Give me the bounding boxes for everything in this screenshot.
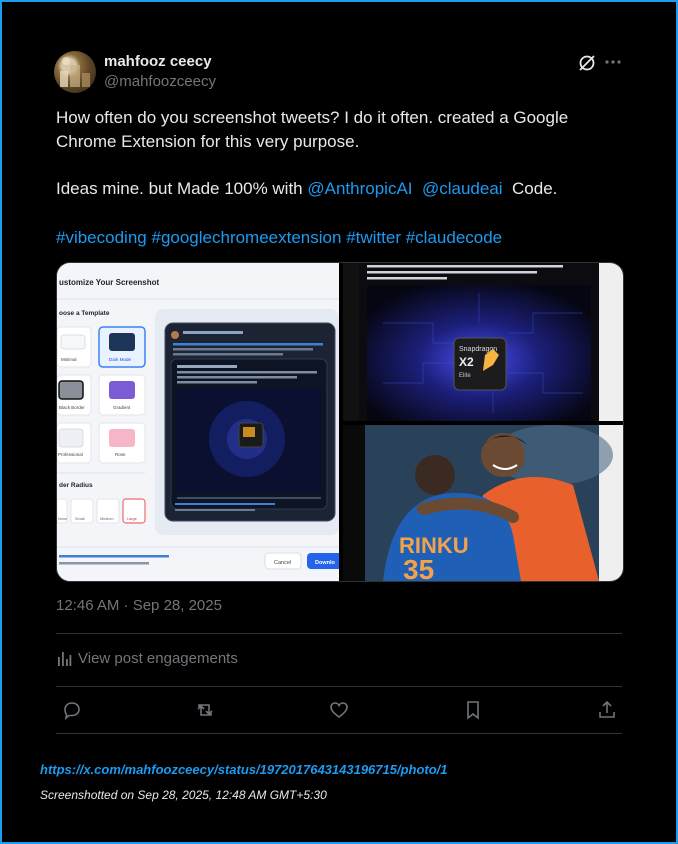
source-url-link[interactable]: https://x.com/mahfoozceecy/status/197201… xyxy=(40,762,448,777)
divider-middle xyxy=(56,686,622,687)
template-card-professional: Professional xyxy=(57,422,92,464)
post-text-line-1: How often do you screenshot tweets? I do… xyxy=(56,108,569,127)
template-card-gradient: Gradient xyxy=(98,374,146,416)
download-button-label: Downlo xyxy=(315,560,335,566)
divider-bottom xyxy=(56,733,622,734)
media-image-extension[interactable]: ustomize Your Screenshot oose a Template… xyxy=(57,263,339,581)
chip-sub-label: Elite xyxy=(459,373,471,379)
like-icon[interactable] xyxy=(328,699,350,721)
template-card-rose: Rose xyxy=(98,422,146,464)
hashtag-vibecoding[interactable]: #vibecoding xyxy=(56,228,147,247)
analytics-icon xyxy=(58,651,72,666)
radius-label-none: None xyxy=(58,517,67,521)
hashtag-row: #vibecoding #googlechromeextension #twit… xyxy=(56,226,616,250)
author-handle[interactable]: @mahfoozceecy xyxy=(104,73,216,90)
template-label-dark-mode: Dark Mode xyxy=(109,357,132,362)
media-image-snapdragon[interactable]: Snapdragon X2 Elite xyxy=(343,263,623,421)
hashtag-googlechromeextension[interactable]: #googlechromeextension xyxy=(151,228,341,247)
jersey-number: 35 xyxy=(403,554,434,581)
cancel-button-label: Cancel xyxy=(274,560,291,566)
grok-icon[interactable] xyxy=(577,53,597,73)
post-text-line-3: Ideas mine. but Made 100% with @Anthropi… xyxy=(56,177,616,201)
media-grid: ustomize Your Screenshot oose a Template… xyxy=(56,262,624,582)
template-heading: oose a Template xyxy=(59,310,110,317)
template-label-gradient: Gradient xyxy=(113,405,131,410)
chip-model-label: X2 xyxy=(459,355,474,369)
repost-icon[interactable] xyxy=(194,699,216,721)
divider-top xyxy=(56,633,622,634)
template-label-minimal: Minimal xyxy=(61,357,77,362)
mention-claudeai[interactable]: @claudeai xyxy=(422,179,503,198)
template-label-professional: Professional xyxy=(58,452,83,457)
radius-label-medium: Medium xyxy=(100,517,114,521)
screenshot-note: Screenshotted on Sep 28, 2025, 12:48 AM … xyxy=(40,788,327,802)
template-card-dark-mode: Dark Mode xyxy=(98,326,146,368)
author-name[interactable]: mahfooz ceecy xyxy=(104,53,212,70)
template-label-black-border: Black Border xyxy=(59,405,85,410)
radius-heading: der Radius xyxy=(59,482,93,489)
post-text-prefix: Ideas mine. but Made 100% with xyxy=(56,179,308,198)
view-engagements-label: View post engagements xyxy=(78,650,238,667)
mention-anthropicai[interactable]: @AnthropicAI xyxy=(307,179,412,198)
template-card-black-border: Black Border xyxy=(57,374,92,416)
hashtag-twitter[interactable]: #twitter xyxy=(346,228,401,247)
post-timestamp[interactable]: 12:46 AM · Sep 28, 2025 xyxy=(56,597,222,614)
bookmark-icon[interactable] xyxy=(462,699,484,721)
extension-title: ustomize Your Screenshot xyxy=(59,278,160,287)
avatar[interactable] xyxy=(54,51,96,93)
media-image-cricket[interactable]: RINKU 35 xyxy=(343,425,623,581)
radius-label-large: Large xyxy=(127,517,137,521)
share-icon[interactable] xyxy=(596,699,618,721)
radius-label-small: Small xyxy=(75,517,85,521)
view-engagements[interactable]: View post engagements xyxy=(56,650,238,667)
reply-icon[interactable] xyxy=(61,699,83,721)
template-card-minimal: Minimal xyxy=(57,326,92,368)
template-label-rose: Rose xyxy=(115,452,126,457)
post-text-line-2: Chrome Extension for this very purpose. xyxy=(56,132,360,151)
post-text-suffix: Code. xyxy=(512,179,558,198)
hashtag-claudecode[interactable]: #claudecode xyxy=(406,228,502,247)
more-options-icon[interactable] xyxy=(603,52,623,72)
